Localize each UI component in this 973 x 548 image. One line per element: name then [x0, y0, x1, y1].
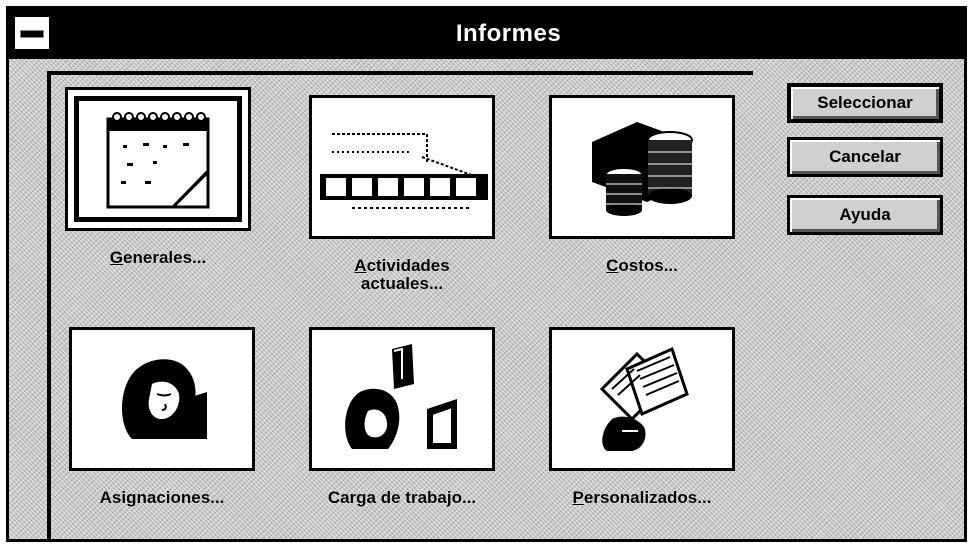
system-menu-button[interactable] [13, 15, 51, 51]
title-bar: Informes [9, 9, 964, 59]
dialog-window: Informes Generales... Actividades actual… [6, 6, 967, 542]
select-button[interactable]: Seleccionar [787, 83, 943, 123]
workload-icon [345, 344, 457, 449]
tile-label: Carga de trabajo... [327, 488, 477, 507]
minus-icon [20, 30, 44, 38]
coins-icon [592, 122, 693, 216]
tile-label: Actividades actuales... [354, 256, 450, 293]
cancel-button[interactable]: Cancelar [787, 137, 943, 177]
tile-actividades-actuales[interactable]: Actividades actuales... [309, 95, 495, 293]
person-icon [121, 359, 207, 439]
tile-label: Asignaciones... [99, 488, 225, 507]
calendar-icon [106, 112, 210, 209]
reports-panel: Generales... Actividades actuales... Cos… [47, 71, 753, 541]
tile-label: Generales... [109, 248, 207, 267]
tile-frame [309, 327, 495, 471]
tile-generales[interactable]: Generales... [65, 87, 251, 267]
help-button[interactable]: Ayuda [787, 195, 943, 235]
tile-frame [549, 95, 735, 239]
tile-label: Costos... [606, 256, 678, 275]
gantt-icon [320, 133, 488, 209]
tile-frame [69, 327, 255, 471]
tile-carga-de-trabajo[interactable]: Carga de trabajo... [309, 327, 495, 507]
tile-frame [309, 95, 495, 239]
tile-asignaciones[interactable]: Asignaciones... [69, 327, 255, 507]
window-title: Informes [455, 20, 562, 47]
tile-costos[interactable]: Costos... [549, 95, 735, 275]
tile-frame [65, 87, 251, 231]
tile-label: Personalizados... [572, 488, 712, 507]
documents-hand-icon [599, 346, 689, 451]
tile-personalizados[interactable]: Personalizados... [549, 327, 735, 507]
tile-frame [549, 327, 735, 471]
